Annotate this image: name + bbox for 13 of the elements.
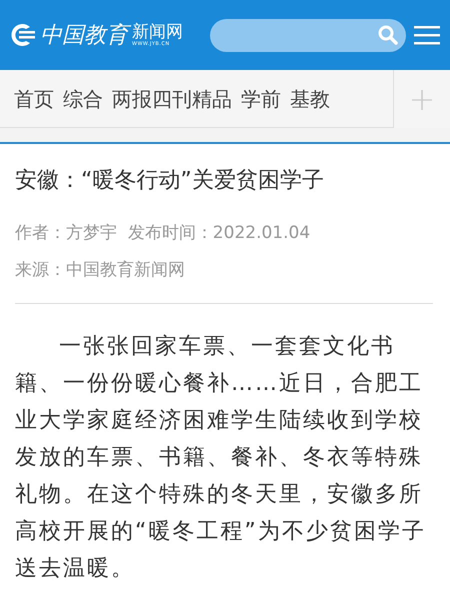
nav-link[interactable]: 综合: [63, 86, 103, 112]
nav-link[interactable]: 首页: [14, 86, 54, 112]
menu-icon[interactable]: [414, 25, 440, 45]
article-meta: 作者：方梦宇 发布时间：2022.01.04: [15, 222, 312, 245]
nav-link[interactable]: 学前: [241, 86, 281, 112]
nav-link[interactable]: 两报四刊精品: [112, 86, 232, 112]
article-paragraph: 一张张回家车票、一套套文化书籍、一份份暖心餐补……近日，合肥工业大学家庭经济困难学生陆续收到学校发放的车票、书籍、餐补、冬衣等特殊礼物。在这个特殊的冬天里，安徽多所高校开展的“暖冬工程”为不少贫困学子送去温暖。: [15, 333, 427, 583]
search-field[interactable]: [210, 18, 406, 52]
search-icon[interactable]: [378, 25, 398, 45]
article-meta: 来源：中国教育新闻网: [15, 259, 186, 282]
article-title: 安徽：“暖冬行动”关爱贫困学子: [15, 167, 325, 195]
logo-name: 新闻网: [132, 23, 183, 41]
nav-link[interactable]: 基教: [290, 86, 330, 112]
